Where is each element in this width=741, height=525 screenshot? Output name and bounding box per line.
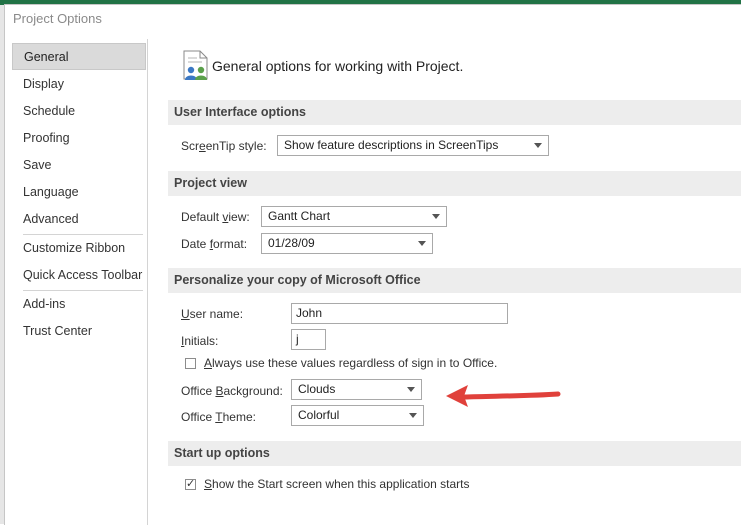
default-view-label: Default view: (181, 210, 250, 224)
nav-item-trust-center[interactable]: Trust Center (12, 318, 146, 345)
office-background-label: Office Background: (181, 384, 283, 398)
section-project-view: Project view (168, 171, 741, 196)
user-name-input[interactable]: John (291, 303, 508, 324)
red-arrow-annotation-icon (446, 385, 561, 407)
nav-item-save[interactable]: Save (12, 152, 146, 179)
section-personalize-office: Personalize your copy of Microsoft Offic… (168, 268, 741, 293)
nav-item-quick-access-toolbar[interactable]: Quick Access Toolbar (12, 262, 146, 289)
dialog-title: Project Options (13, 11, 102, 26)
chevron-down-icon (534, 143, 542, 148)
general-options-icon (183, 50, 208, 80)
nav-item-display[interactable]: Display (12, 71, 146, 98)
chevron-down-icon (418, 241, 426, 246)
screentip-style-value: Show feature descriptions in ScreenTips (284, 138, 499, 152)
date-format-label: Date format: (181, 237, 248, 251)
project-options-dialog: Project Options General Display Schedule… (4, 4, 741, 525)
general-options-panel: General options for working with Project… (168, 39, 741, 525)
initials-input[interactable]: j (291, 329, 326, 350)
nav-item-general[interactable]: General (12, 43, 146, 70)
show-start-screen-checkbox[interactable]: ✓ (185, 478, 196, 490)
nav-item-advanced[interactable]: Advanced (12, 206, 146, 233)
date-format-dropdown[interactable]: 01/28/09 (261, 233, 433, 254)
section-start-up-options: Start up options (168, 441, 741, 466)
office-background-value: Clouds (298, 382, 336, 396)
initials-label: Initials: (181, 334, 219, 348)
nav-item-schedule[interactable]: Schedule (12, 98, 146, 125)
show-start-screen-label[interactable]: Show the Start screen when this applicat… (204, 477, 469, 491)
options-navigation: General Display Schedule Proofing Save L… (12, 39, 148, 525)
office-theme-label: Office Theme: (181, 410, 256, 424)
nav-item-add-ins[interactable]: Add-ins (12, 291, 146, 318)
screentip-style-label: ScreenTip style: (181, 139, 267, 153)
section-user-interface-options: User Interface options (168, 100, 741, 125)
chevron-down-icon (432, 214, 440, 219)
user-name-label: User name: (181, 307, 244, 321)
office-theme-value: Colorful (298, 408, 340, 422)
default-view-dropdown[interactable]: Gantt Chart (261, 206, 447, 227)
nav-item-proofing[interactable]: Proofing (12, 125, 146, 152)
chevron-down-icon (409, 413, 417, 418)
always-use-values-label[interactable]: Always use these values regardless of si… (204, 356, 497, 370)
office-theme-dropdown[interactable]: Colorful (291, 405, 424, 426)
default-view-value: Gantt Chart (268, 209, 331, 223)
screentip-style-dropdown[interactable]: Show feature descriptions in ScreenTips (277, 135, 549, 156)
checkmark-icon: ✓ (186, 478, 196, 490)
nav-item-customize-ribbon[interactable]: Customize Ribbon (12, 235, 146, 262)
office-background-dropdown[interactable]: Clouds (291, 379, 422, 400)
always-use-values-checkbox[interactable] (185, 358, 196, 369)
page-title: General options for working with Project… (212, 58, 464, 74)
date-format-value: 01/28/09 (268, 236, 315, 250)
nav-item-language[interactable]: Language (12, 179, 146, 206)
chevron-down-icon (407, 387, 415, 392)
